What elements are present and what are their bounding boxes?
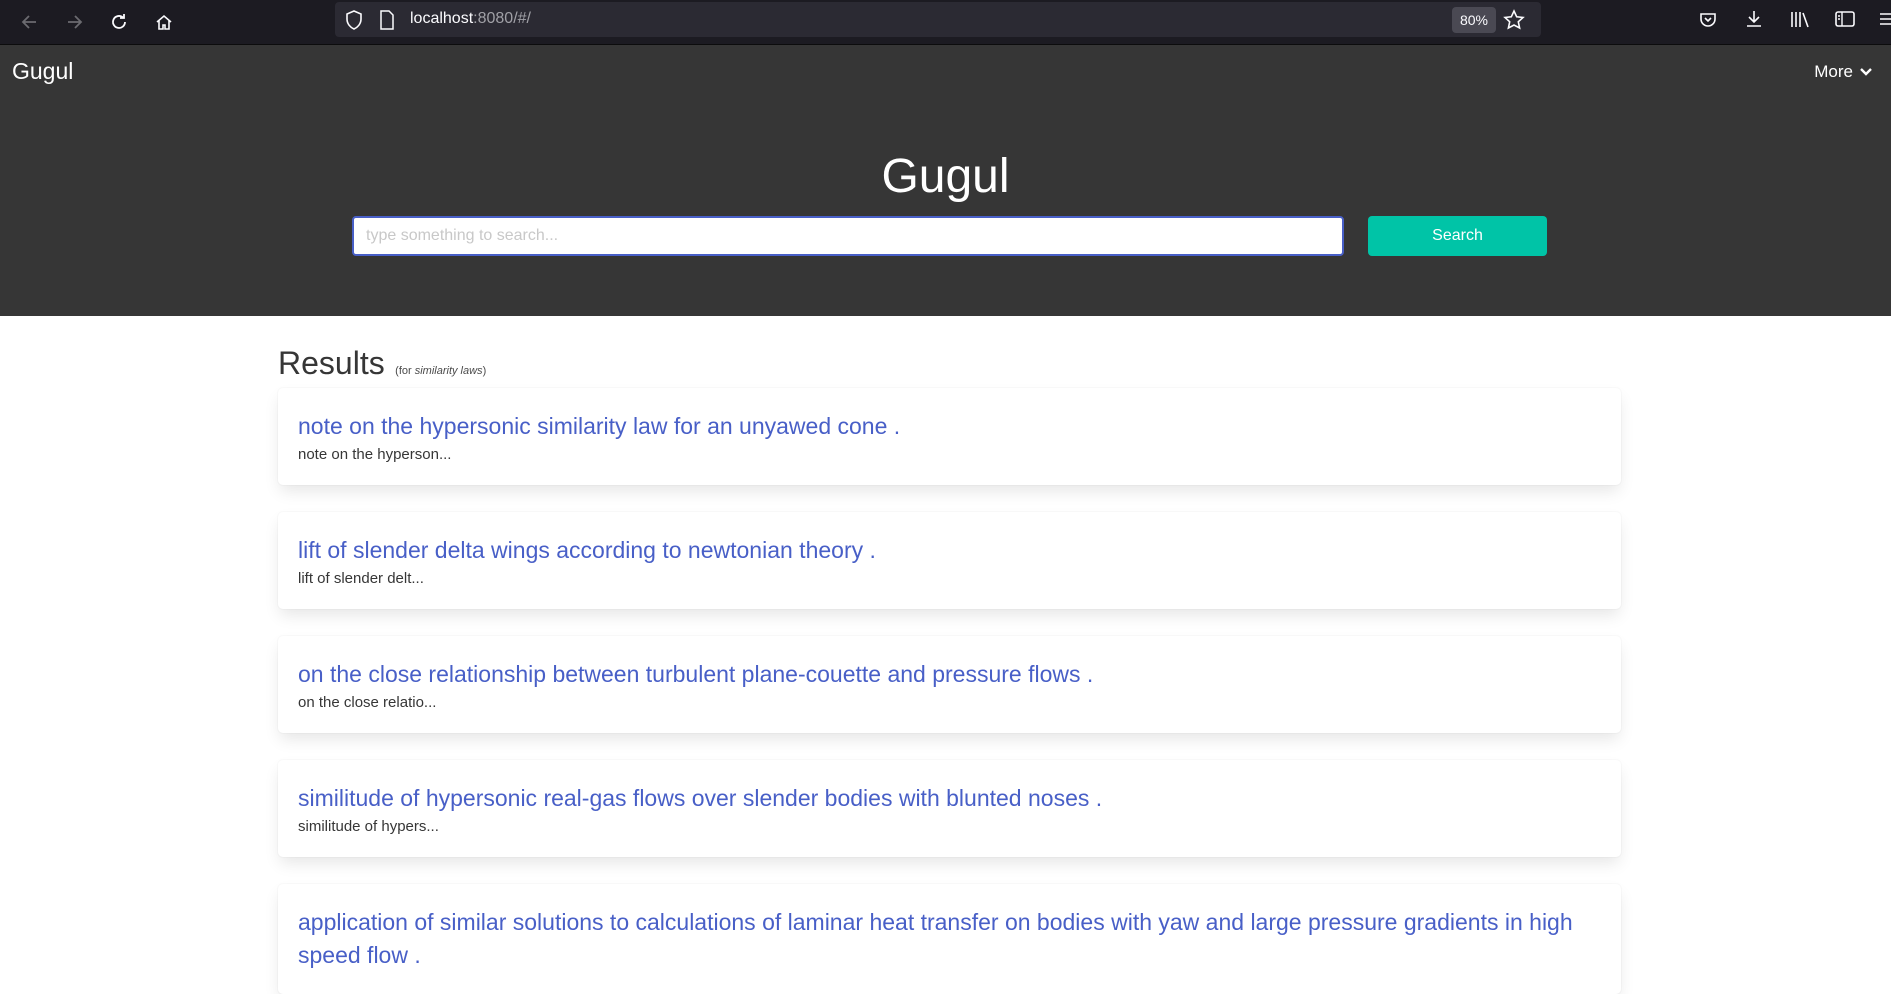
navbar-brand[interactable]: Gugul bbox=[12, 58, 73, 85]
search-input[interactable] bbox=[352, 216, 1344, 256]
zoom-level-badge[interactable]: 80% bbox=[1452, 7, 1496, 33]
bookmark-star-icon[interactable] bbox=[1503, 9, 1525, 31]
more-label: More bbox=[1814, 62, 1853, 81]
menu-icon[interactable] bbox=[1878, 9, 1891, 29]
result-title-link[interactable]: similitude of hypersonic real-gas flows … bbox=[298, 782, 1608, 815]
forward-icon[interactable] bbox=[58, 6, 90, 38]
results-heading: Results (for similarity laws) bbox=[278, 345, 486, 382]
result-snippet: on the close relatio... bbox=[298, 694, 437, 711]
reload-icon[interactable] bbox=[103, 6, 135, 38]
chevron-down-icon bbox=[1859, 62, 1873, 82]
result-card: lift of slender delta wings according to… bbox=[278, 512, 1621, 609]
result-snippet: lift of slender delt... bbox=[298, 570, 424, 587]
results-query: similarity laws bbox=[414, 365, 483, 377]
sidebar-icon[interactable] bbox=[1834, 9, 1856, 29]
search-button[interactable]: Search bbox=[1368, 216, 1547, 256]
results-title: Results bbox=[278, 345, 385, 381]
result-snippet: similitude of hypers... bbox=[298, 818, 439, 835]
result-title-link[interactable]: note on the hypersonic similarity law fo… bbox=[298, 410, 1608, 443]
shield-icon[interactable] bbox=[345, 10, 363, 30]
url-text[interactable]: localhost:8080/#/ bbox=[410, 10, 531, 28]
back-icon[interactable] bbox=[14, 6, 46, 38]
result-title-link[interactable]: application of similar solutions to calc… bbox=[298, 906, 1608, 972]
result-title-link[interactable]: lift of slender delta wings according to… bbox=[298, 534, 1608, 567]
result-card: application of similar solutions to calc… bbox=[278, 884, 1621, 994]
results-query-note: (for similarity laws) bbox=[395, 365, 487, 377]
page-title: Gugul bbox=[881, 150, 1010, 203]
result-card: on the close relationship between turbul… bbox=[278, 636, 1621, 733]
result-card: similitude of hypersonic real-gas flows … bbox=[278, 760, 1621, 857]
address-bar[interactable]: localhost:8080/#/ 80% bbox=[335, 2, 1541, 37]
library-icon[interactable] bbox=[1789, 9, 1811, 29]
more-dropdown[interactable]: More bbox=[1814, 62, 1873, 82]
pocket-icon[interactable] bbox=[1698, 10, 1718, 30]
page-icon[interactable] bbox=[379, 10, 395, 30]
result-card: note on the hypersonic similarity law fo… bbox=[278, 388, 1621, 485]
home-icon[interactable] bbox=[148, 6, 180, 38]
result-title-link[interactable]: on the close relationship between turbul… bbox=[298, 658, 1608, 691]
download-icon[interactable] bbox=[1744, 9, 1764, 29]
hero-section: Gugul More Gugul Search bbox=[0, 45, 1891, 316]
browser-toolbar: localhost:8080/#/ 80% bbox=[0, 0, 1891, 45]
result-snippet: note on the hyperson... bbox=[298, 446, 452, 463]
